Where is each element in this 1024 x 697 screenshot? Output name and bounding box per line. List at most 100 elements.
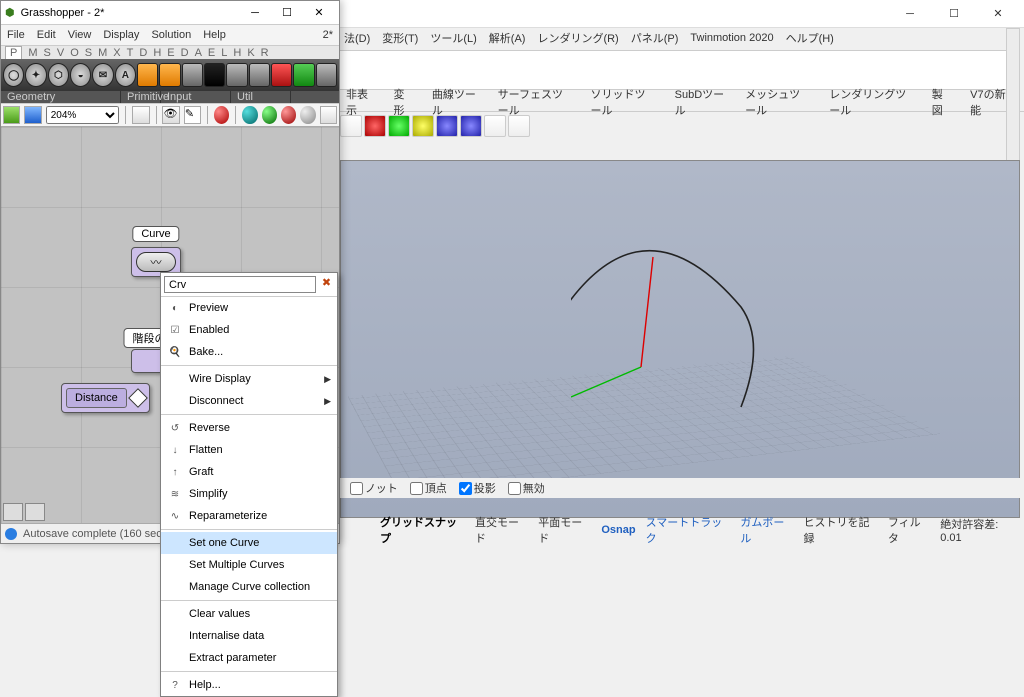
component-icon[interactable] [226,63,247,87]
menu-help[interactable]: Help [203,29,226,41]
tab[interactable]: D [139,47,147,59]
ctx-manage-collection[interactable]: Manage Curve collection [161,576,337,598]
tab[interactable]: T [127,47,134,59]
tab[interactable]: S [44,47,51,59]
ctx-graft[interactable]: ↑Graft [161,461,337,483]
osnap-vertex[interactable]: 頂点 [410,480,447,496]
ctx-internalise[interactable]: Internalise data [161,625,337,647]
tab[interactable]: メッシュツール [739,84,815,120]
component-icon[interactable]: ✦ [25,63,46,87]
menu-solution[interactable]: Solution [151,29,191,41]
ctx-delete-icon[interactable]: ✖ [319,276,334,294]
menu-edit[interactable]: Edit [37,29,56,41]
save-icon[interactable] [24,106,41,124]
tab[interactable]: A [195,47,202,59]
component-icon[interactable] [182,63,203,87]
tab[interactable]: V [57,47,64,59]
ctx-set-one-curve[interactable]: Set one Curve [161,532,337,554]
tab[interactable]: K [247,47,254,59]
menu-file[interactable]: File [7,29,25,41]
status-item[interactable]: ガムボール [740,514,793,546]
markov-icon[interactable] [25,503,45,521]
component-icon[interactable] [204,63,225,87]
status-item[interactable]: スマートトラック [646,514,731,546]
component-icon[interactable] [271,63,292,87]
tool-icon[interactable] [364,115,386,137]
component-icon[interactable] [249,63,270,87]
menu-item[interactable]: 変形(T) [378,28,422,48]
component-icon[interactable]: ◯ [3,63,24,87]
menu-item[interactable]: Twinmotion 2020 [686,30,777,46]
rhino-close-button[interactable]: ✕ [976,1,1020,27]
rhino-maximize-button[interactable]: ☐ [932,1,976,27]
ctx-simplify[interactable]: ≋Simplify [161,483,337,505]
osnap-project[interactable]: 投影 [459,480,496,496]
shade-icon[interactable] [262,106,277,124]
menu-item[interactable]: レンダリング(R) [533,28,622,48]
tab[interactable]: SubDツール [669,84,731,120]
osnap-knot[interactable]: ノット [350,480,398,496]
status-item[interactable]: フィルタ [888,514,930,546]
gh-maximize-button[interactable]: ☐ [271,2,303,24]
status-item[interactable]: グリッドスナップ [380,514,465,546]
node-distance[interactable]: Distance [61,383,150,413]
ctx-reverse[interactable]: ↺Reverse [161,417,337,439]
shade-icon[interactable] [300,106,315,124]
ctx-flatten[interactable]: ↓Flatten [161,439,337,461]
tab[interactable]: P [5,46,22,59]
tab[interactable]: H [233,47,241,59]
tab[interactable]: L [221,47,227,59]
menu-item[interactable]: ヘルプ(H) [782,28,838,48]
tool-icon[interactable] [460,115,482,137]
gh-titlebar[interactable]: ⬢Grasshopper - 2* ─ ☐ ✕ [1,1,339,25]
menu-item[interactable]: ツール(L) [426,28,480,48]
shade-icon[interactable] [242,106,257,124]
status-item[interactable]: ヒストリを記録 [803,514,877,546]
tool-icon[interactable] [508,115,530,137]
component-icon[interactable]: ✉ [92,63,113,87]
tab[interactable]: H [153,47,161,59]
tab[interactable]: R [261,47,269,59]
shade-icon[interactable] [281,106,296,124]
tool-icon[interactable] [436,115,458,137]
tab[interactable]: X [113,47,120,59]
component-icon[interactable]: ⬡ [48,63,69,87]
component-icon[interactable] [159,63,180,87]
ctx-clear-values[interactable]: Clear values [161,603,337,625]
status-item[interactable]: Osnap [601,524,635,536]
tab[interactable]: M [28,47,37,59]
shade-icon[interactable] [214,106,229,124]
ctx-wire-display[interactable]: Wire Display▶ [161,368,337,390]
ctx-enabled[interactable]: ☑Enabled [161,319,337,341]
ctx-set-multiple-curves[interactable]: Set Multiple Curves [161,554,337,576]
status-item[interactable]: 平面モード [538,514,591,546]
component-icon[interactable]: A [115,63,136,87]
tab[interactable]: O [70,47,79,59]
settings-icon[interactable] [320,106,337,124]
rhino-minimize-button[interactable]: ─ [888,1,932,27]
menu-item[interactable]: パネル(P) [627,28,683,48]
component-icon[interactable]: ◒ [70,63,91,87]
sketch-icon[interactable]: ✎ [184,106,201,124]
tab[interactable]: 製図 [926,84,956,120]
tab[interactable]: ソリッドツール [584,84,660,120]
zoom-extents-icon[interactable] [132,106,149,124]
menu-display[interactable]: Display [103,29,139,41]
osnap-disable[interactable]: 無効 [508,480,545,496]
ctx-name-input[interactable] [164,276,316,293]
ctx-disconnect[interactable]: Disconnect▶ [161,390,337,412]
tab[interactable]: E [208,47,215,59]
ctx-bake[interactable]: 🍳Bake... [161,341,337,363]
tool-icon[interactable] [412,115,434,137]
gh-minimize-button[interactable]: ─ [239,2,271,24]
tab[interactable]: M [98,47,107,59]
ctx-extract-param[interactable]: Extract parameter [161,647,337,669]
component-icon[interactable] [293,63,314,87]
tool-icon[interactable] [388,115,410,137]
tab[interactable]: D [181,47,189,59]
tab[interactable]: E [167,47,174,59]
status-item[interactable]: 直交モード [475,514,528,546]
tool-icon[interactable] [340,115,362,137]
preview-icon[interactable]: 👁 [162,106,179,124]
tab[interactable]: S [85,47,92,59]
